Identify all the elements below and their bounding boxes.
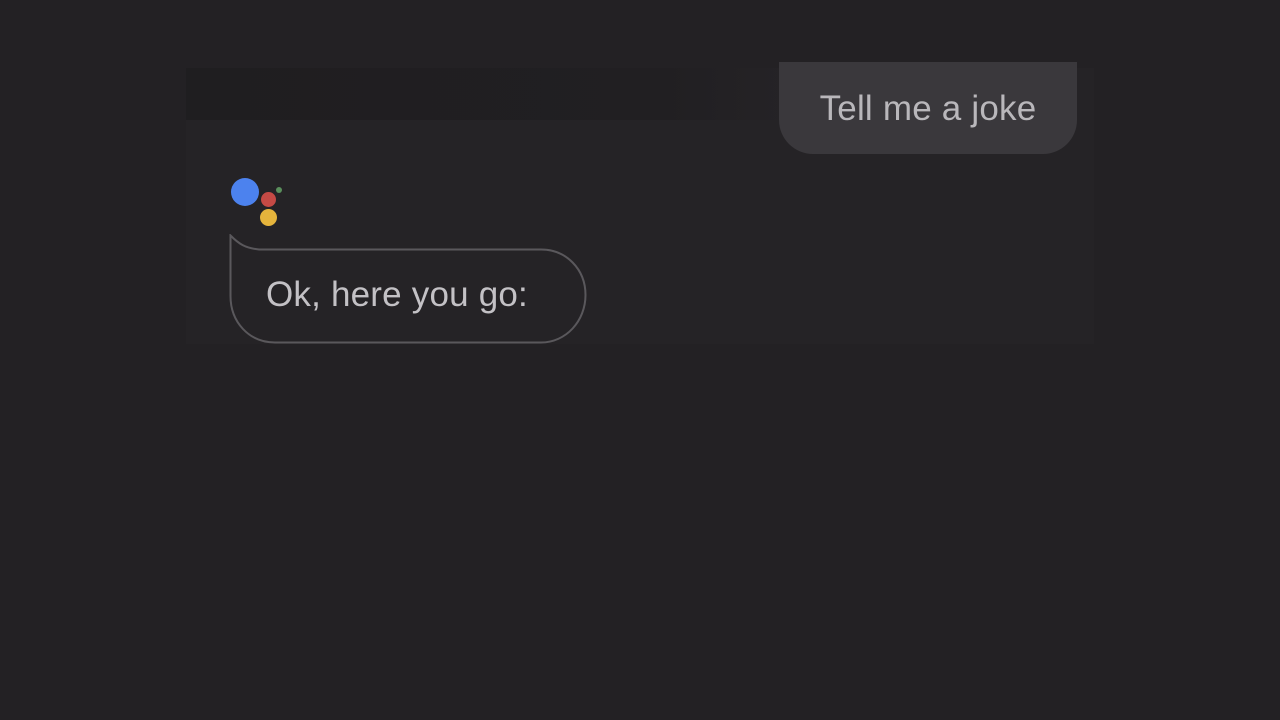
assistant-yellow-dot <box>260 209 277 226</box>
assistant-red-dot <box>261 192 276 207</box>
assistant-green-dot <box>276 187 282 193</box>
google-assistant-icon <box>228 174 288 230</box>
assistant-message-bubble: Ok, here you go: <box>229 234 587 344</box>
assistant-message-text: Ok, here you go: <box>266 275 528 314</box>
conversation-header-strip <box>186 68 786 120</box>
assistant-blue-dot <box>231 178 259 206</box>
user-message-text: Tell me a joke <box>819 89 1037 128</box>
user-message-bubble: Tell me a joke <box>779 62 1077 154</box>
assistant-screen: Tell me a joke Ok, here you go: <box>0 0 1280 720</box>
